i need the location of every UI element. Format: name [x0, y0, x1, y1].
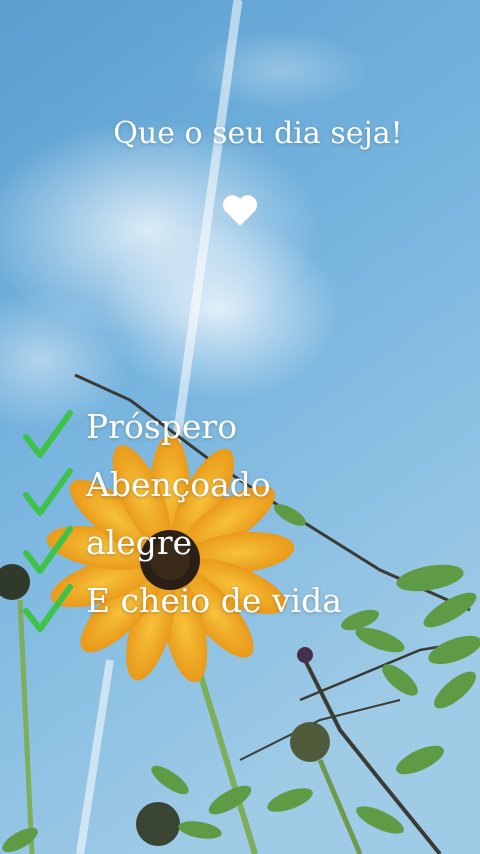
- checkmark-icon: [23, 468, 73, 516]
- wish-label: Próspero: [86, 407, 238, 446]
- wish-label: Abençoado: [86, 465, 271, 504]
- photo-scene: Que o seu dia seja! Próspero Abençoado a…: [0, 0, 480, 854]
- checkmark-icon: [23, 410, 73, 458]
- wish-item: alegre: [22, 521, 462, 579]
- checkmark-icon: [23, 526, 73, 574]
- wish-list: Próspero Abençoado alegre E cheio de vid…: [22, 405, 462, 637]
- wish-item: Abençoado: [22, 463, 462, 521]
- wish-label: alegre: [86, 523, 193, 562]
- checkmark-icon: [23, 584, 73, 632]
- wish-item: E cheio de vida: [22, 579, 462, 637]
- greeting-title: Que o seu dia seja!: [113, 116, 403, 151]
- wish-item: Próspero: [22, 405, 462, 463]
- wish-label: E cheio de vida: [86, 581, 342, 620]
- heart-icon: [222, 195, 258, 226]
